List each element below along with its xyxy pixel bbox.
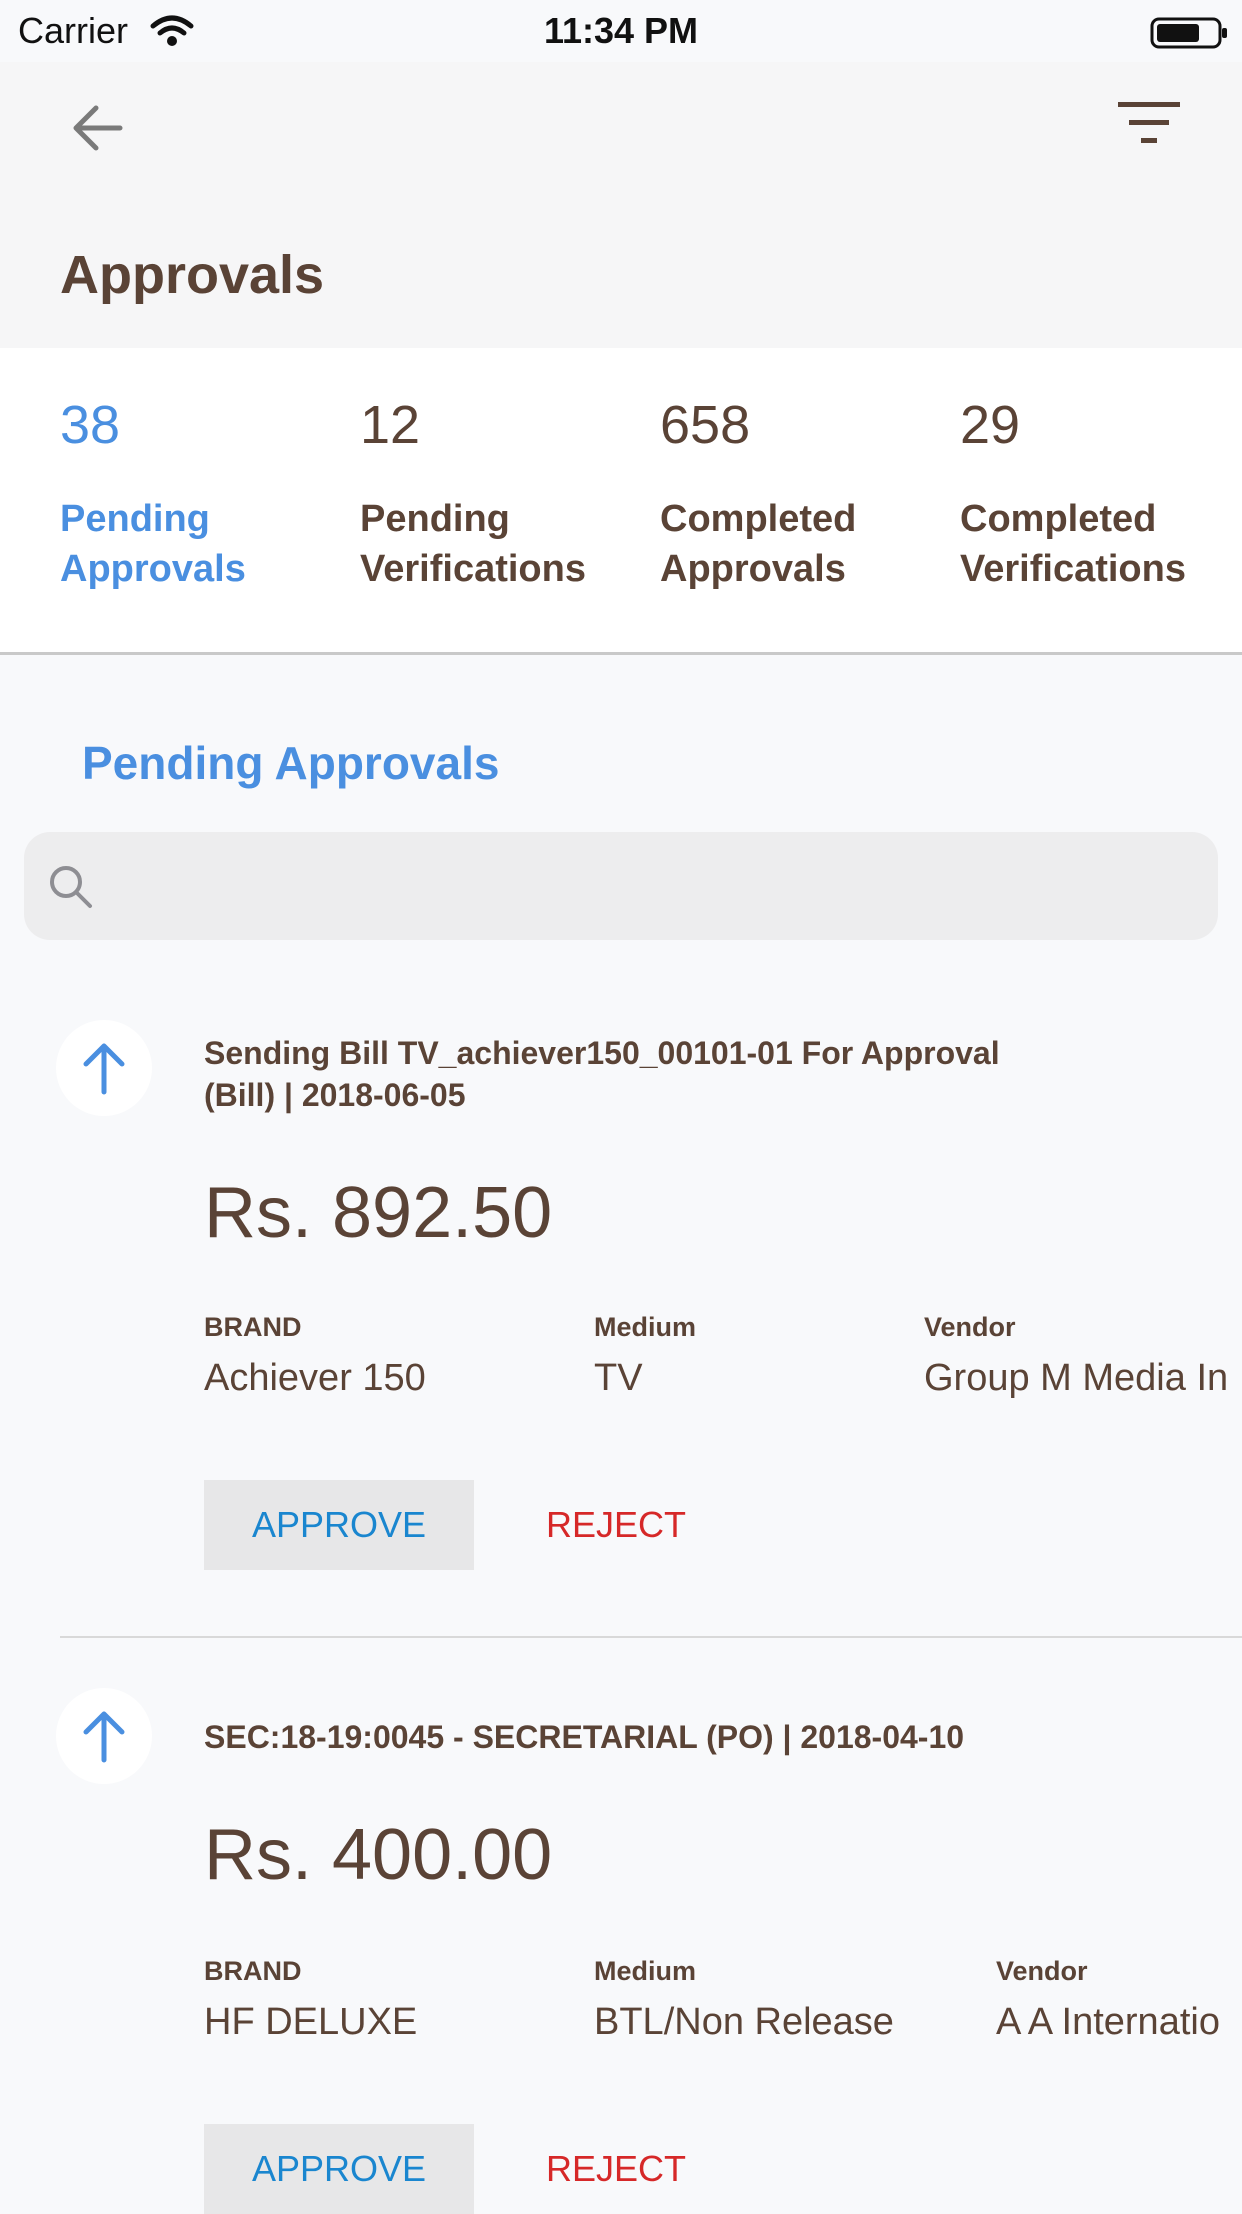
stat-pending-approvals[interactable]: 38 Pending Approvals	[60, 398, 350, 594]
stat-label: Pending Approvals	[60, 498, 246, 590]
brand-field: BRAND Achiever 150	[204, 1312, 426, 1399]
medium-field: Medium BTL/Non Release	[594, 1956, 894, 2043]
clock: 11:34 PM	[543, 10, 699, 51]
stat-pending-verifications[interactable]: 12 Pending Verifications	[360, 398, 650, 594]
approve-button[interactable]: APPROVE	[204, 1480, 474, 1570]
card-divider	[60, 1636, 1242, 1638]
stat-completed-verifications[interactable]: 29 Completed Verifications	[960, 398, 1242, 594]
vendor-field: Vendor Group M Media In	[924, 1312, 1229, 1399]
approval-amount: Rs. 400.00	[204, 1815, 553, 1895]
approve-button[interactable]: APPROVE	[204, 2124, 474, 2214]
search-input[interactable]	[24, 832, 1218, 940]
arrow-up-icon	[83, 1043, 125, 1095]
medium-field: Medium TV	[594, 1312, 697, 1399]
stat-label: Completed Approvals	[660, 498, 857, 590]
stats-bar: 38 Pending Approvals 12 Pending Verificati…	[0, 348, 1242, 655]
brand-field: BRAND HF DELUXE	[204, 1956, 418, 2043]
stat-label: Pending Verifications	[360, 498, 586, 590]
reject-button[interactable]: REJECT	[520, 1480, 710, 1570]
stat-count: 29	[960, 395, 1021, 455]
vendor-field: Vendor A A Internatio	[996, 1956, 1220, 2043]
filter-button[interactable]	[1114, 96, 1184, 156]
arrow-up-icon	[83, 1711, 125, 1763]
stat-completed-approvals[interactable]: 658 Completed Approvals	[660, 398, 950, 594]
approval-title: Sending Bill TV_achiever150_00101-01 For…	[204, 1035, 1000, 1113]
stat-count: 658	[660, 395, 751, 455]
filter-icon	[1118, 102, 1180, 143]
reject-button[interactable]: REJECT	[520, 2124, 710, 2214]
approval-type-icon	[56, 1688, 152, 1784]
stat-label: Completed Verifications	[960, 498, 1186, 590]
battery-icon	[1150, 16, 1230, 55]
stat-count: 38	[60, 395, 121, 455]
section-title: Pending Approvals	[82, 737, 500, 789]
stat-count: 12	[360, 395, 421, 455]
status-bar: Carrier 11:34 PM	[0, 0, 1242, 62]
approval-title: SEC:18-19:0045 - SECRETARIAL (PO) | 2018…	[204, 1719, 965, 1755]
back-button[interactable]	[66, 96, 130, 160]
approval-amount: Rs. 892.50	[204, 1173, 553, 1253]
approval-type-icon	[56, 1020, 152, 1116]
arrow-left-icon	[73, 105, 123, 151]
search-icon	[50, 866, 92, 908]
page-title: Approvals	[60, 245, 325, 305]
